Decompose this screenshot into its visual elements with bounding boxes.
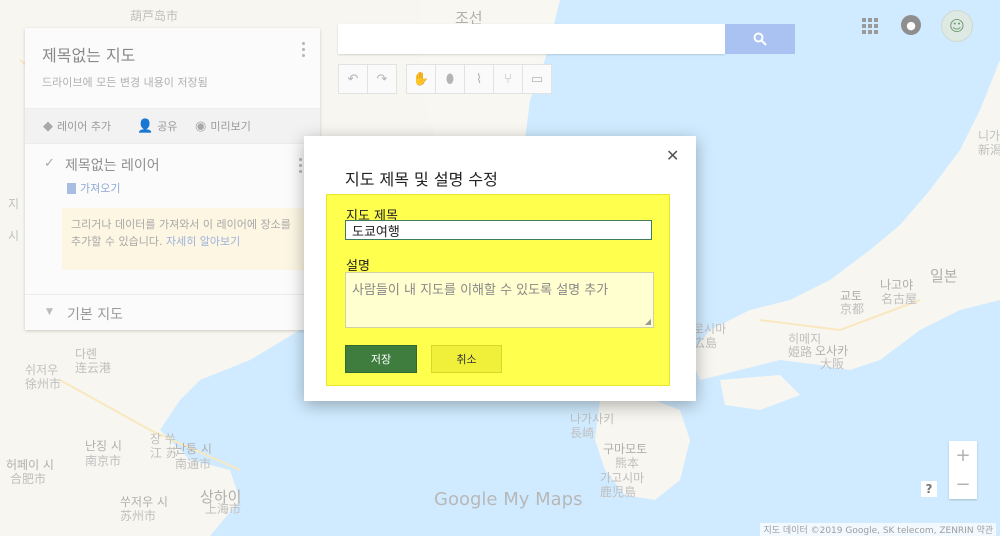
search-input[interactable] [338, 24, 725, 54]
layer-more-icon[interactable] [299, 158, 302, 176]
edit-title-dialog: ✕ 지도 제목 및 설명 수정 지도 제목 도쿄여행 설명 사람들이 내 지도를… [304, 136, 696, 401]
hand-icon[interactable]: ✋ [406, 64, 436, 94]
chevron-down-icon: ▼ [46, 307, 53, 317]
panel-actions-bar: ◆ 레이어 추가 👤 공유 ◉ 미리보기 [25, 108, 320, 144]
marker-icon[interactable]: ⬮ [435, 64, 465, 94]
description-textarea[interactable]: 사람들이 내 지도를 이해할 수 있도록 설명 추가 ◢ [345, 272, 654, 328]
panel-more-icon[interactable] [302, 42, 306, 60]
avatar[interactable]: ☺ [941, 10, 973, 42]
eye-icon: ◉ [195, 118, 207, 134]
preview-label: 미리보기 [210, 120, 251, 133]
google-logo-text: Google [434, 489, 498, 510]
search-icon [753, 32, 767, 46]
save-button[interactable]: 저장 [345, 345, 417, 373]
dialog-title: 지도 제목 및 설명 수정 [345, 170, 498, 189]
search-button[interactable] [725, 24, 795, 54]
add-person-icon: 👤 [137, 118, 154, 134]
close-icon[interactable]: ✕ [666, 146, 679, 165]
base-map-row[interactable]: ▼ 기본 지도 [25, 294, 320, 331]
share-label: 공유 [157, 120, 178, 133]
layers-icon: ◆ [43, 118, 53, 134]
description-placeholder: 사람들이 내 지도를 이해할 수 있도록 설명 추가 [352, 283, 609, 298]
zoom-in-button[interactable]: + [949, 441, 977, 470]
layer-info-text: 그리거나 데이터를 가져와서 이 레이어에 장소를 추가할 수 있습니다. 자세… [71, 216, 303, 250]
file-icon [67, 182, 76, 194]
map-info-panel: 제목없는 지도 드라이브에 모든 변경 내용이 저장됨 ◆ 레이어 추가 👤 공… [25, 28, 320, 330]
share-button[interactable]: 👤 공유 [137, 118, 177, 134]
add-layer-label: 레이어 추가 [57, 120, 112, 133]
layer-title[interactable]: 제목없는 레이어 [65, 155, 160, 175]
google-mymaps-logo: Google My Maps [434, 489, 583, 510]
learn-more-link[interactable]: 자세히 알아보기 [166, 235, 240, 248]
resize-handle-icon[interactable]: ◢ [645, 317, 651, 326]
mymaps-logo-text: My Maps [503, 489, 583, 510]
layer-checkbox[interactable]: ✓ [44, 156, 55, 171]
directions-icon[interactable]: ⑂ [493, 64, 523, 94]
map-title[interactable]: 제목없는 지도 [42, 42, 135, 66]
notification-icon[interactable]: ● [901, 15, 921, 35]
preview-button[interactable]: ◉ 미리보기 [195, 118, 251, 134]
help-button[interactable]: ? [921, 481, 937, 497]
map-title-input[interactable]: 도쿄여행 [345, 220, 652, 240]
import-label: 가져오기 [80, 182, 121, 195]
add-layer-button[interactable]: ◆ 레이어 추가 [43, 118, 111, 134]
cancel-button[interactable]: 취소 [431, 345, 502, 373]
layer-info-box: 그리거나 데이터를 가져와서 이 레이어에 장소를 추가할 수 있습니다. 자세… [62, 208, 312, 270]
base-map-label: 기본 지도 [67, 307, 123, 323]
save-status: 드라이브에 모든 변경 내용이 저장됨 [42, 76, 208, 89]
map-copyright: 지도 데이터 ©2019 Google, SK telecom, ZENRIN … [760, 523, 996, 536]
ruler-icon[interactable]: ▭ [522, 64, 552, 94]
redo-icon[interactable]: ↷ [367, 64, 397, 94]
apps-grid-icon[interactable] [862, 18, 878, 34]
highlight-region: 지도 제목 도쿄여행 설명 사람들이 내 지도를 이해할 수 있도록 설명 추가… [326, 194, 670, 386]
map-toolbar: ↶ ↷ ✋ ⬮ ⌇ ⑂ ▭ [338, 64, 552, 94]
draw-line-icon[interactable]: ⌇ [464, 64, 494, 94]
zoom-control: + − [949, 441, 977, 499]
zoom-out-button[interactable]: − [949, 470, 977, 499]
import-link[interactable]: 가져오기 [67, 180, 120, 196]
undo-icon[interactable]: ↶ [338, 64, 368, 94]
